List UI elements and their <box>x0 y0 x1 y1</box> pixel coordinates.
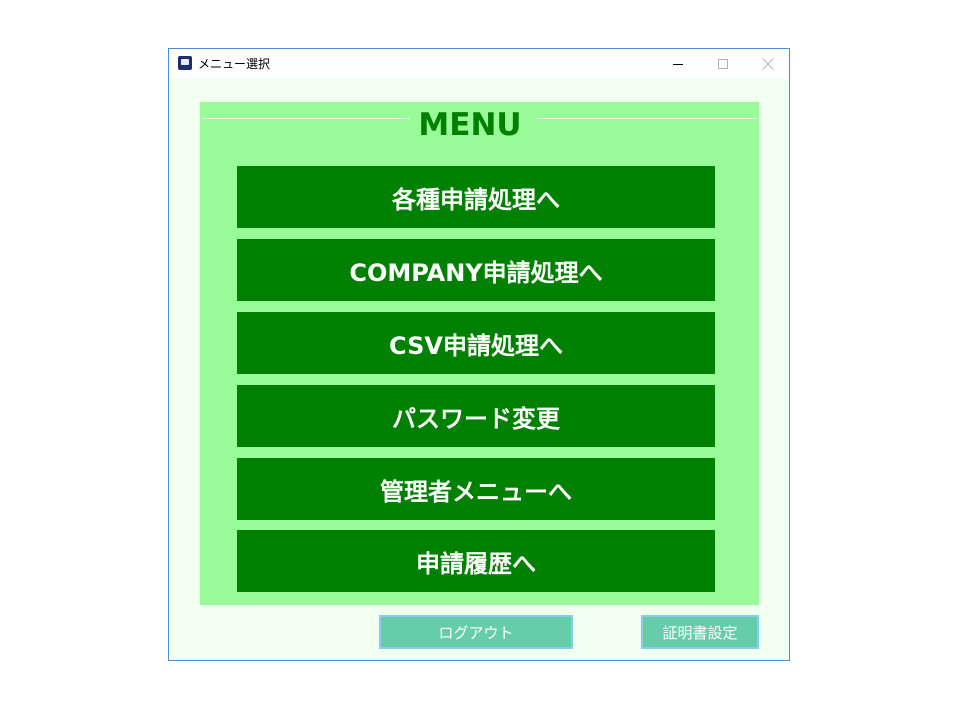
maximize-button[interactable] <box>700 49 745 79</box>
menu-button-company-applications[interactable]: COMPANY申請処理へ <box>237 239 715 301</box>
maximize-icon <box>717 59 728 69</box>
menu-button-change-password[interactable]: パスワード変更 <box>237 385 715 447</box>
menu-button-applications[interactable]: 各種申請処理へ <box>237 166 715 228</box>
menu-title: MENU <box>418 107 522 143</box>
close-icon <box>762 58 773 70</box>
logout-button[interactable]: ログアウト <box>379 615 573 649</box>
app-icon <box>178 56 192 70</box>
window-title: メニュー選択 <box>198 57 271 71</box>
menu-window: メニュー選択 MENU 各種申請処理へ COMPANY申請処理へ CSV申請処理… <box>168 48 790 661</box>
certificate-settings-button[interactable]: 証明書設定 <box>641 615 759 649</box>
menu-button-csv-applications[interactable]: CSV申請処理へ <box>237 312 715 374</box>
title-bar[interactable]: メニュー選択 <box>169 49 789 79</box>
menu-button-application-history[interactable]: 申請履歴へ <box>237 530 715 592</box>
minimize-button[interactable] <box>655 49 700 79</box>
menu-panel: MENU 各種申請処理へ COMPANY申請処理へ CSV申請処理へ パスワード… <box>200 102 759 605</box>
close-button[interactable] <box>745 49 790 79</box>
minimize-icon <box>672 64 683 65</box>
menu-button-admin-menu[interactable]: 管理者メニューへ <box>237 458 715 520</box>
